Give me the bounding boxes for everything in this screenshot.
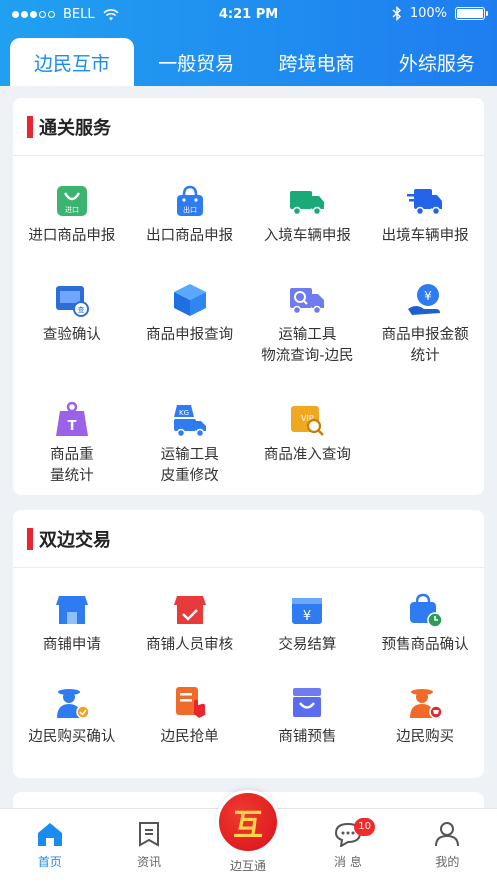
item-label: 商铺人员审核	[146, 637, 234, 653]
svg-text:¥: ¥	[424, 289, 432, 303]
item-label: 交易结算	[278, 637, 337, 653]
weight-stats-item[interactable]: T 商品重 量统计	[13, 400, 131, 500]
goods-declare-query-item[interactable]: 商品申报查询	[131, 280, 249, 400]
customs-grid: 进口 进口商品申报 出口 出口商品申报 入境车辆申报 出境车辆申报 查 查验确认…	[13, 156, 484, 500]
customs-services-card: 通关服务 进口 进口商品申报 出口 出口商品申报 入境车辆申报 出境车辆申报 查…	[13, 98, 484, 495]
logistics-query-item[interactable]: 运输工具 物流查询-边民	[249, 280, 367, 400]
item-label: 边民购买	[396, 729, 455, 745]
user-icon	[435, 822, 460, 847]
goods-access-query-item[interactable]: VIP 商品准入查询	[249, 400, 367, 500]
person-cart-icon	[405, 682, 445, 722]
item-label: 进口商品申报	[28, 228, 116, 244]
item-label: 商品准入查询	[263, 447, 351, 463]
shop-apply-item[interactable]: 商铺申请	[13, 590, 131, 682]
item-label: 商铺预售	[278, 729, 337, 745]
tab-general-trade[interactable]: 一般贸易	[136, 38, 256, 86]
weight-icon: T	[52, 400, 92, 440]
presale-confirm-item[interactable]: 预售商品确认	[366, 590, 484, 682]
shop-staff-review-item[interactable]: 商铺人员审核	[131, 590, 249, 682]
item-label: 边民购买确认	[28, 729, 116, 745]
tab-foreign-services[interactable]: 外综服务	[377, 38, 497, 86]
export-basket-icon: 出口	[170, 181, 210, 221]
import-bag-icon: 进口	[52, 181, 92, 221]
nav-messages[interactable]: 10 消 息	[298, 809, 397, 883]
svg-text:出口: 出口	[183, 205, 197, 214]
money-hand-icon: ¥	[405, 280, 445, 320]
shop-presale-item[interactable]: 商铺预售	[249, 682, 367, 774]
tab-border-trade[interactable]: 边民互市	[10, 38, 134, 86]
top-tabs: 边民互市 一般贸易 跨境电商 外综服务	[0, 38, 497, 86]
yuan-wallet-icon: ¥	[287, 590, 327, 630]
tab-cross-border[interactable]: 跨境电商	[256, 38, 376, 86]
battery-percent: 100%	[409, 6, 447, 21]
item-label: 出口商品申报	[146, 228, 234, 244]
section-marker	[27, 527, 33, 550]
nav-mine-label: 我的	[435, 855, 460, 869]
import-declare-item[interactable]: 进口 进口商品申报	[13, 181, 131, 280]
box-icon	[170, 280, 210, 320]
hub-logo: 互	[233, 808, 263, 843]
battery-icon	[455, 7, 488, 20]
item-label: 出境车辆申报	[381, 228, 469, 244]
svg-text:查: 查	[77, 305, 84, 314]
trade-settlement-item[interactable]: ¥ 交易结算	[249, 590, 367, 682]
item-label: 商铺申请	[42, 637, 101, 653]
item-label: 运输工具 物流查询-边民	[261, 327, 354, 364]
item-label: 查验确认	[42, 327, 101, 343]
truck-search-icon	[287, 280, 327, 320]
item-label: 预售商品确认	[381, 637, 469, 653]
nav-news-label: 资讯	[137, 855, 162, 869]
nav-home-label: 首页	[37, 855, 62, 869]
tare-modify-item[interactable]: KG 运输工具 皮重修改	[131, 400, 249, 500]
bilateral-trade-card: 双边交易 商铺申请 商铺人员审核 ¥ 交易结算 预售商品确认 边民购买确认 边民…	[13, 510, 484, 778]
border-purchase-confirm-item[interactable]: 边民购买确认	[13, 682, 131, 774]
bookmark-icon	[139, 822, 160, 847]
item-label: 商品申报金额 统计	[381, 327, 469, 364]
truck-in-icon	[287, 181, 327, 221]
person-check-icon	[52, 682, 92, 722]
trade-grid: 商铺申请 商铺人员审核 ¥ 交易结算 预售商品确认 边民购买确认 边民抢单 商铺…	[13, 568, 484, 774]
nav-news[interactable]: 资讯	[99, 809, 198, 883]
inspection-confirm-item[interactable]: 查 查验确认	[13, 280, 131, 400]
border-grab-order-item[interactable]: 边民抢单	[131, 682, 249, 774]
entry-vehicle-item[interactable]: 入境车辆申报	[249, 181, 367, 280]
declare-amount-stats-item[interactable]: ¥ 商品申报金额 统计	[366, 280, 484, 400]
item-label: 入境车辆申报	[263, 228, 351, 244]
section-title-trade: 双边交易	[39, 529, 111, 551]
vip-search-icon: VIP	[287, 400, 327, 440]
inspection-icon: 查	[52, 280, 92, 320]
svg-text:进口: 进口	[65, 206, 79, 214]
border-purchase-item[interactable]: 边民购买	[366, 682, 484, 774]
exit-vehicle-item[interactable]: 出境车辆申报	[366, 181, 484, 280]
messages-badge: 10	[354, 818, 375, 836]
item-label: 运输工具 皮重修改	[160, 447, 219, 484]
bluetooth-icon	[392, 6, 401, 21]
nav-home[interactable]: 首页	[0, 809, 99, 883]
shop-icon	[52, 590, 92, 630]
svg-text:¥: ¥	[303, 609, 311, 624]
home-icon	[37, 823, 62, 846]
section-marker	[27, 115, 33, 138]
shop-check-icon	[170, 590, 210, 630]
status-bar: BELL 4:21 PM 100%	[0, 0, 497, 30]
svg-text:T: T	[67, 419, 76, 434]
item-label: 商品申报查询	[146, 327, 234, 343]
item-label: 边民抢单	[160, 729, 219, 745]
presale-bag-icon	[405, 590, 445, 630]
nav-messages-label: 消 息	[334, 855, 362, 869]
export-declare-item[interactable]: 出口 出口商品申报	[131, 181, 249, 280]
item-label: 商品重 量统计	[50, 447, 94, 484]
truck-out-icon	[405, 181, 445, 221]
grab-order-icon	[170, 682, 210, 722]
svg-text:KG: KG	[179, 409, 189, 417]
nav-mine[interactable]: 我的	[398, 809, 497, 883]
section-title-customs: 通关服务	[39, 117, 111, 139]
center-hub-label: 边互通	[229, 859, 266, 873]
center-hub-button[interactable]: 互	[216, 790, 280, 854]
shop-presale-icon	[287, 682, 327, 722]
truck-weight-icon: KG	[170, 400, 210, 440]
